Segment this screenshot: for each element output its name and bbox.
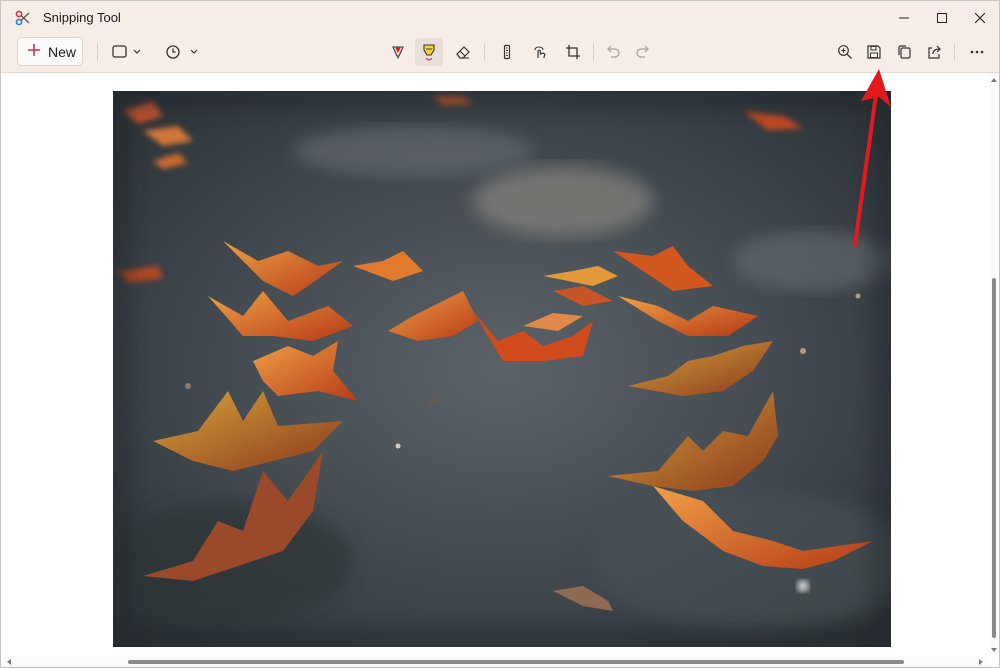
scroll-up-icon[interactable] bbox=[989, 75, 999, 85]
copy-button[interactable] bbox=[890, 38, 918, 66]
share-icon bbox=[928, 45, 941, 59]
crop-icon bbox=[566, 45, 580, 59]
save-icon bbox=[867, 45, 881, 59]
ruler-button[interactable] bbox=[493, 38, 521, 66]
zoom-button[interactable] bbox=[831, 38, 859, 66]
highlighter-button[interactable] bbox=[415, 38, 443, 66]
more-icon bbox=[970, 50, 984, 54]
toolbar-divider bbox=[954, 43, 955, 61]
close-button[interactable] bbox=[961, 1, 999, 34]
redo-button[interactable] bbox=[629, 38, 657, 66]
scroll-right-icon[interactable] bbox=[976, 657, 986, 667]
new-button[interactable]: New bbox=[17, 37, 83, 66]
horizontal-scrollbar[interactable] bbox=[1, 657, 989, 667]
highlighter-icon bbox=[423, 44, 435, 61]
close-icon bbox=[975, 12, 985, 23]
crop-button[interactable] bbox=[559, 38, 587, 66]
app-title: Snipping Tool bbox=[43, 10, 121, 25]
vertical-scroll-thumb[interactable] bbox=[992, 278, 996, 638]
touch-writing-icon bbox=[534, 46, 546, 59]
maximize-button[interactable] bbox=[923, 1, 961, 34]
snipping-tool-app-icon bbox=[15, 10, 30, 26]
red-arrow-annotation bbox=[853, 69, 891, 247]
horizontal-scroll-thumb[interactable] bbox=[128, 660, 904, 664]
ballpoint-pen-button[interactable] bbox=[384, 38, 412, 66]
undo-icon bbox=[607, 45, 620, 58]
save-button[interactable] bbox=[860, 38, 888, 66]
plus-icon bbox=[28, 44, 40, 56]
redo-icon bbox=[636, 45, 649, 58]
share-button[interactable] bbox=[920, 38, 948, 66]
scroll-left-icon[interactable] bbox=[4, 657, 14, 667]
snip-mode-dropdown[interactable] bbox=[105, 38, 147, 66]
pen-icon bbox=[392, 46, 404, 59]
new-button-label: New bbox=[48, 44, 77, 60]
toolbar-divider bbox=[97, 43, 98, 61]
touch-writing-button[interactable] bbox=[526, 38, 554, 66]
minimize-button[interactable] bbox=[885, 1, 923, 34]
toolbar-divider bbox=[593, 43, 594, 61]
minimize-icon bbox=[899, 17, 909, 18]
toolbar-divider bbox=[484, 43, 485, 61]
clock-icon bbox=[166, 45, 198, 59]
autumn-leaves-photo bbox=[113, 91, 891, 647]
ruler-icon bbox=[503, 44, 511, 60]
maximize-icon bbox=[937, 12, 947, 23]
eraser-button[interactable] bbox=[449, 38, 477, 66]
eraser-icon bbox=[456, 46, 470, 59]
more-options-button[interactable] bbox=[963, 38, 991, 66]
delay-dropdown[interactable] bbox=[159, 38, 201, 66]
scroll-down-icon[interactable] bbox=[989, 645, 999, 655]
title-bar: Snipping Tool bbox=[1, 1, 999, 34]
copy-icon bbox=[898, 45, 911, 59]
vertical-scrollbar[interactable] bbox=[989, 73, 999, 657]
snipping-tool-window: Snipping Tool New bbox=[0, 0, 1000, 668]
undo-button[interactable] bbox=[599, 38, 627, 66]
rectangle-snip-icon bbox=[112, 45, 141, 58]
zoom-icon bbox=[838, 45, 852, 59]
